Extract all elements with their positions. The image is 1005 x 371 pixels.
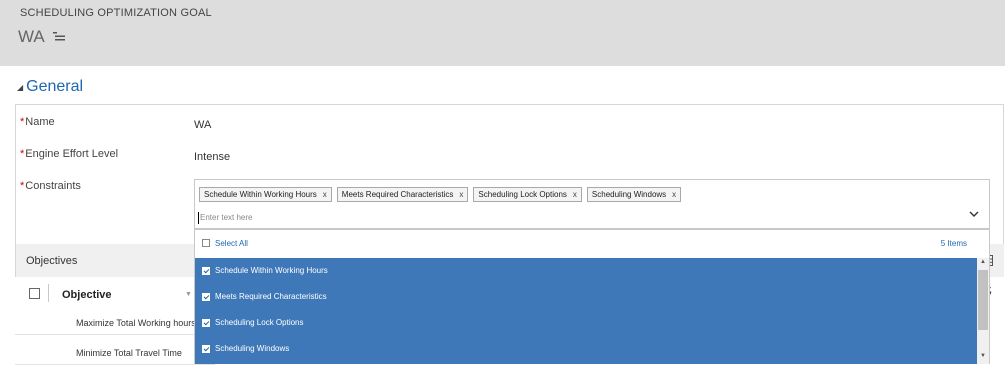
- table-row[interactable]: Maximize Total Working hours: [15, 310, 215, 335]
- section-title: General: [26, 78, 84, 95]
- effort-label: *Engine Effort Level: [20, 148, 119, 160]
- entity-type-label: SCHEDULING OPTIMIZATION GOAL: [20, 7, 212, 19]
- dropdown-option[interactable]: Scheduling Windows: [195, 336, 977, 362]
- objective-cell: Minimize Total Travel Time: [76, 348, 182, 358]
- select-all-link[interactable]: Select All: [215, 239, 248, 248]
- checked-checkbox-icon[interactable]: [202, 319, 210, 327]
- remove-tag-icon[interactable]: x: [573, 190, 577, 199]
- objective-cell: Maximize Total Working hours: [76, 318, 196, 328]
- item-count: 5 Items: [940, 239, 967, 248]
- name-label: *Name: [20, 116, 55, 128]
- objective-column-header[interactable]: Objective: [62, 289, 112, 301]
- menu-icon[interactable]: [53, 30, 65, 42]
- checked-checkbox-icon[interactable]: [202, 267, 210, 275]
- collapse-triangle-icon: ◢: [17, 82, 24, 92]
- section-toggle-general[interactable]: ◢ General: [17, 78, 83, 96]
- constraint-tag[interactable]: Scheduling Lock Options x: [473, 187, 582, 202]
- name-field[interactable]: WA: [194, 119, 211, 131]
- chevron-down-icon[interactable]: [969, 209, 979, 219]
- constraints-multiselect[interactable]: Schedule Within Working Hours x Meets Req…: [194, 179, 990, 229]
- constraint-tag[interactable]: Scheduling Windows x: [586, 187, 682, 202]
- tag-list: Schedule Within Working Hours x Meets Req…: [199, 187, 682, 202]
- record-title: WA: [18, 27, 45, 46]
- remove-tag-icon[interactable]: x: [459, 190, 463, 199]
- required-marker: *: [20, 180, 25, 192]
- sort-icon[interactable]: ▼: [185, 291, 192, 298]
- select-all-checkbox[interactable]: [202, 239, 210, 247]
- select-all-rows-checkbox[interactable]: [29, 288, 40, 299]
- objectives-title: Objectives: [26, 255, 78, 267]
- effort-field[interactable]: Intense: [194, 151, 230, 163]
- required-marker: *: [20, 148, 25, 160]
- checked-checkbox-icon[interactable]: [202, 345, 210, 353]
- record-header: SCHEDULING OPTIMIZATION GOAL WA: [0, 0, 1005, 66]
- text-cursor: [198, 212, 199, 224]
- scroll-down-icon[interactable]: ▼: [977, 353, 989, 363]
- column-divider: [48, 284, 49, 302]
- dropdown-option[interactable]: Schedule Within Working Hours: [195, 258, 977, 284]
- constraints-label: *Constraints: [20, 180, 81, 192]
- remove-tag-icon[interactable]: x: [672, 190, 676, 199]
- remove-tag-icon[interactable]: x: [323, 190, 327, 199]
- constraint-tag[interactable]: Schedule Within Working Hours x: [199, 187, 332, 202]
- dropdown-list: Schedule Within Working Hours Meets Requ…: [195, 258, 977, 364]
- dropdown-header: Select All 5 Items: [195, 230, 989, 258]
- dropdown-option[interactable]: Scheduling Lock Options: [195, 310, 977, 336]
- required-marker: *: [20, 116, 25, 128]
- table-row[interactable]: Minimize Total Travel Time: [15, 340, 215, 365]
- dropdown-option[interactable]: Meets Required Characteristics: [195, 284, 977, 310]
- constraint-search-input[interactable]: Enter text here: [200, 213, 252, 222]
- checked-checkbox-icon[interactable]: [202, 293, 210, 301]
- dropdown-scrollbar[interactable]: ▲ ▼: [977, 258, 989, 364]
- constraints-dropdown: Select All 5 Items Schedule Within Worki…: [194, 229, 990, 364]
- scroll-thumb[interactable]: [978, 270, 988, 330]
- constraint-tag[interactable]: Meets Required Characteristics x: [336, 187, 469, 202]
- scroll-up-icon[interactable]: ▲: [977, 259, 989, 269]
